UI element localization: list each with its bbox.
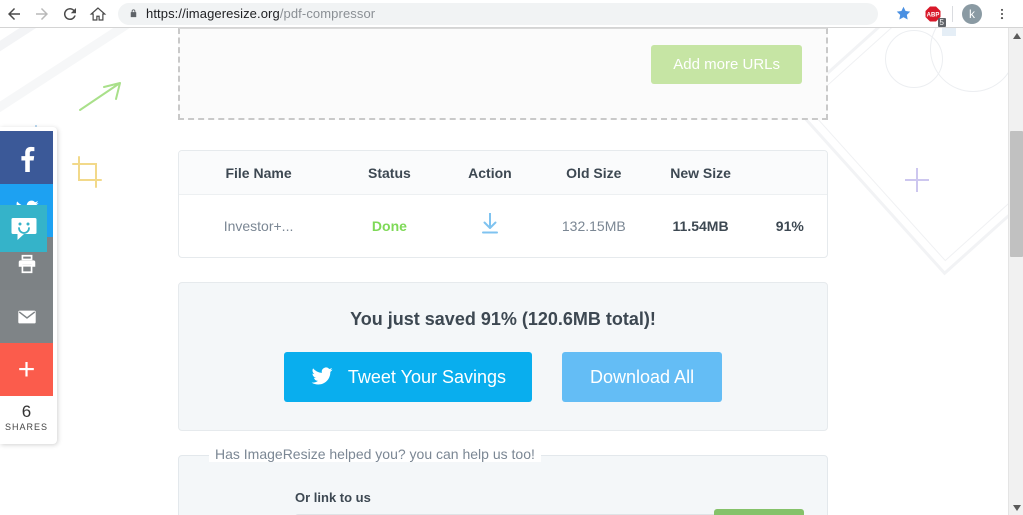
decorative-circle-large xyxy=(930,28,1008,92)
download-icon[interactable] xyxy=(478,211,502,237)
table-header-row: File Name Status Action Old Size New Siz… xyxy=(179,151,827,195)
share-count: 6 SHARES xyxy=(0,396,53,440)
chat-widget-button[interactable] xyxy=(0,205,47,252)
back-arrow-icon xyxy=(8,7,20,20)
copy-link-button[interactable]: Copy xyxy=(714,509,804,515)
envelope-icon xyxy=(17,310,36,323)
kebab-menu-icon xyxy=(1000,8,1004,19)
cell-action xyxy=(441,195,539,258)
savings-panel: You just saved 91% (120.6MB total)! Twee… xyxy=(178,282,828,431)
url-text: https://imageresize.org/pdf-compressor xyxy=(146,6,375,21)
cell-old-size: 132.15MB xyxy=(561,217,626,234)
cell-file-name: Investor+... xyxy=(223,217,294,234)
decorative-photo-frame-inner xyxy=(804,28,1008,262)
forward-arrow-icon xyxy=(36,7,48,20)
share-count-label: SHARES xyxy=(4,422,48,432)
decorative-plus-icon-right xyxy=(905,168,929,192)
home-icon xyxy=(89,6,107,21)
chevron-down-icon xyxy=(1012,504,1021,511)
cell-new-size: 11.54MB xyxy=(672,217,729,234)
table-row: Investor+... Done 132.15MB 11.54MB 91% xyxy=(179,195,827,258)
home-button[interactable] xyxy=(84,0,112,28)
savings-heading: You just saved 91% (120.6MB total)! xyxy=(350,309,656,329)
download-arrow-icon xyxy=(481,213,498,234)
page-viewport: + 6 SHARES Add more URLs File Name Statu… xyxy=(0,28,1008,515)
column-header-action: Action xyxy=(440,151,540,195)
decorative-arrow-icon xyxy=(78,80,124,119)
scrollbar-thumb[interactable] xyxy=(1010,131,1023,257)
help-us-body: Or link to us Copy xyxy=(179,464,827,515)
cell-saved-percent: 91% xyxy=(775,217,804,234)
results-table-head: File Name Status Action Old Size New Siz… xyxy=(179,151,827,195)
scrollbar-up-button[interactable] xyxy=(1009,28,1023,43)
results-table-body: Investor+... Done 132.15MB 11.54MB 91% xyxy=(179,195,827,258)
browser-toolbar: https://imageresize.org/pdf-compressor A… xyxy=(0,0,1023,28)
url-path: /pdf-compressor xyxy=(279,6,376,21)
column-header-saved xyxy=(752,151,827,195)
help-social-buttons xyxy=(197,490,271,515)
back-button[interactable] xyxy=(0,0,28,28)
adblock-badge-count: 5 xyxy=(937,17,946,27)
chevron-up-icon xyxy=(1012,32,1021,39)
avatar: k xyxy=(962,3,982,24)
decorative-circle-small xyxy=(885,30,943,88)
tweet-savings-button[interactable]: Tweet Your Savings xyxy=(283,352,533,402)
url-dropzone[interactable]: Add more URLs xyxy=(178,28,828,120)
share-email-button[interactable] xyxy=(0,290,53,343)
decorative-diagonal-band xyxy=(0,28,142,119)
lock-icon xyxy=(128,7,139,20)
column-header-old-size: Old Size xyxy=(539,151,649,195)
svg-text:ABP: ABP xyxy=(927,12,940,18)
savings-actions: Tweet Your Savings Download All xyxy=(179,352,827,402)
link-to-us-label: Or link to us xyxy=(295,490,371,505)
results-table: File Name Status Action Old Size New Siz… xyxy=(179,151,827,257)
share-facebook-button[interactable] xyxy=(0,131,53,184)
printer-icon xyxy=(18,254,35,273)
decorative-blue-square xyxy=(942,28,956,36)
star-icon xyxy=(896,6,910,20)
profile-button[interactable]: k xyxy=(957,0,987,28)
facebook-icon xyxy=(20,146,34,172)
vertical-scrollbar[interactable] xyxy=(1008,28,1023,515)
address-bar[interactable]: https://imageresize.org/pdf-compressor xyxy=(118,2,878,25)
results-card: File Name Status Action Old Size New Siz… xyxy=(178,150,828,258)
social-share-rail: + 6 SHARES xyxy=(0,127,57,444)
scrollbar-down-button[interactable] xyxy=(1009,500,1023,515)
bookmark-star-button[interactable] xyxy=(888,0,918,28)
column-header-new-size: New Size xyxy=(648,151,753,195)
forward-button[interactable] xyxy=(28,0,56,28)
url-origin: https://imageresize.org xyxy=(146,6,280,21)
chrome-menu-button[interactable] xyxy=(987,0,1017,28)
reload-button[interactable] xyxy=(56,0,84,28)
chat-smiley-icon xyxy=(11,217,36,240)
share-count-number: 6 xyxy=(21,402,32,421)
column-header-file-name: File Name xyxy=(179,151,339,195)
adblock-extension-button[interactable]: ABP 5 xyxy=(918,0,948,28)
cell-status: Done xyxy=(371,217,407,234)
browser-actions: ABP 5 k xyxy=(888,0,1023,28)
tweet-savings-label: Tweet Your Savings xyxy=(347,366,507,387)
help-us-legend: Has ImageResize helped you? you can help… xyxy=(209,446,541,462)
help-us-panel: Has ImageResize helped you? you can help… xyxy=(178,446,828,515)
decorative-crop-icon xyxy=(72,156,102,193)
twitter-bird-icon xyxy=(311,367,333,385)
add-more-urls-button[interactable]: Add more URLs xyxy=(651,45,802,84)
main-content-column: Add more URLs File Name Status Action Ol… xyxy=(178,28,828,515)
reload-icon xyxy=(63,7,76,20)
share-more-button[interactable]: + xyxy=(0,343,53,396)
toolbar-divider xyxy=(952,5,953,22)
column-header-status: Status xyxy=(338,151,441,195)
download-all-button[interactable]: Download All xyxy=(562,352,723,402)
link-to-us-block: Or link to us Copy xyxy=(295,490,804,515)
